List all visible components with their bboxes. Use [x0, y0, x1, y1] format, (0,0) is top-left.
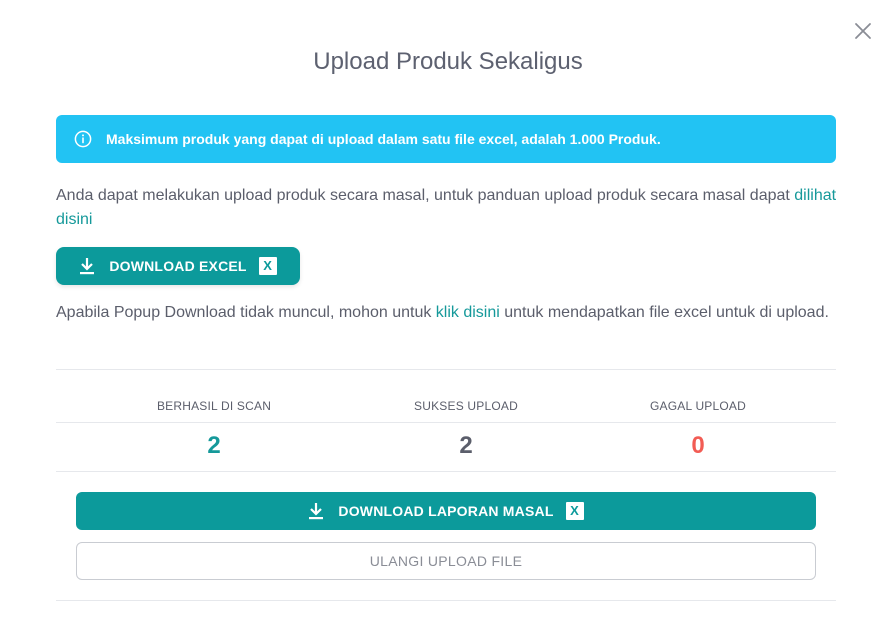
stat-label-failed: GAGAL UPLOAD	[650, 399, 746, 413]
info-alert: Maksimum produk yang dapat di upload dal…	[56, 115, 836, 163]
alert-text: Maksimum produk yang dapat di upload dal…	[106, 131, 661, 147]
retry-upload-button[interactable]: ULANGI UPLOAD FILE	[76, 542, 816, 580]
download-excel-label: DOWNLOAD EXCEL	[109, 258, 247, 274]
divider	[56, 369, 836, 370]
excel-icon: X	[565, 502, 584, 520]
upload-modal: Upload Produk Sekaligus Maksimum produk …	[0, 0, 896, 623]
retry-upload-label: ULANGI UPLOAD FILE	[369, 553, 523, 569]
popup-note: Apabila Popup Download tidak muncul, moh…	[56, 301, 841, 325]
stat-label-success: SUKSES UPLOAD	[414, 399, 518, 413]
stat-value-scanned: 2	[207, 432, 221, 459]
download-report-label: DOWNLOAD LAPORAN MASAL	[338, 503, 554, 519]
stat-label-scanned: BERHASIL DI SCAN	[156, 399, 272, 413]
popup-note-after: untuk mendapatkan file excel untuk di up…	[499, 304, 829, 321]
stat-value-success: 2	[459, 432, 473, 459]
popup-link[interactable]: klik disini	[436, 304, 500, 321]
divider	[56, 600, 836, 601]
guide-text: Anda dapat melakukan upload produk secar…	[56, 184, 841, 232]
download-icon	[308, 502, 324, 520]
close-icon[interactable]	[852, 20, 874, 42]
download-icon	[79, 257, 95, 275]
popup-note-before: Apabila Popup Download tidak muncul, moh…	[56, 304, 436, 321]
modal-title: Upload Produk Sekaligus	[313, 48, 583, 75]
guide-text-body: Anda dapat melakukan upload produk secar…	[56, 187, 795, 204]
stat-value-failed: 0	[691, 432, 705, 459]
divider	[56, 471, 836, 472]
info-icon	[74, 130, 92, 148]
download-excel-button[interactable]: DOWNLOAD EXCEL X	[56, 247, 300, 285]
divider	[56, 422, 836, 423]
download-report-button[interactable]: DOWNLOAD LAPORAN MASAL X	[76, 492, 816, 530]
excel-icon: X	[258, 257, 277, 275]
